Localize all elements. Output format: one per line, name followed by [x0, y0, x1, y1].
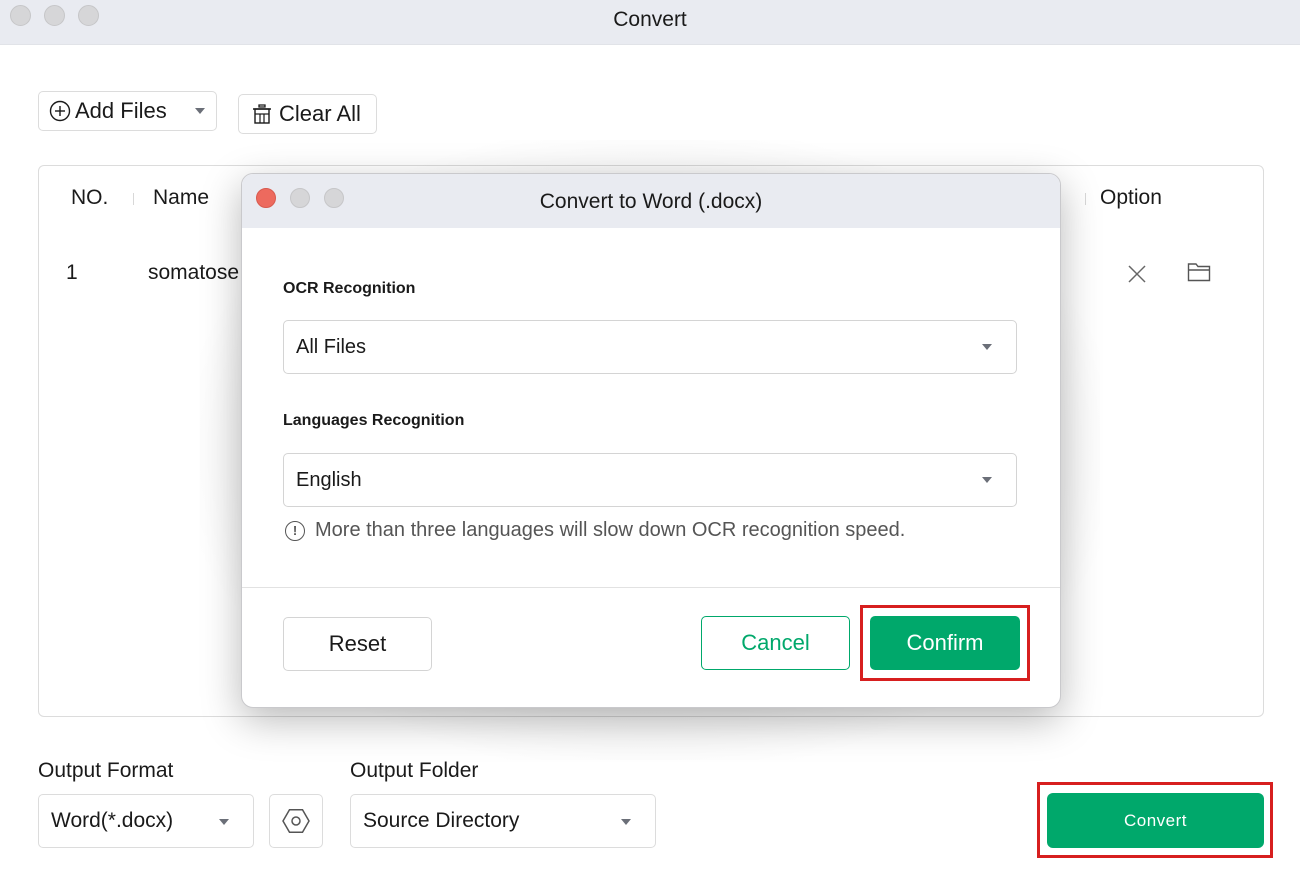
- trash-icon: [251, 103, 273, 125]
- window-title: Convert: [613, 8, 687, 31]
- hint-text: More than three languages will slow down…: [315, 519, 906, 541]
- format-settings-button[interactable]: [269, 794, 323, 848]
- languages-recognition-value: English: [296, 468, 362, 491]
- ocr-speed-hint: ! More than three languages will slow do…: [285, 519, 905, 542]
- column-header-name: Name: [153, 186, 210, 209]
- title-bar: Convert: [0, 0, 1300, 45]
- open-folder-icon[interactable]: [1187, 262, 1211, 287]
- column-divider: [133, 193, 134, 205]
- column-divider: [1085, 193, 1086, 205]
- ocr-recognition-value: All Files: [296, 335, 367, 358]
- clear-all-button[interactable]: Clear All: [238, 94, 377, 134]
- clear-all-label: Clear All: [279, 101, 361, 126]
- column-header-no: NO.: [71, 186, 109, 209]
- languages-recognition-select[interactable]: English: [283, 453, 1017, 507]
- add-files-label: Add Files: [75, 98, 167, 123]
- plus-circle-icon: [49, 100, 71, 122]
- convert-highlight-box: [1037, 782, 1273, 858]
- output-format-value: Word(*.docx): [51, 809, 174, 832]
- dialog-title-bar: Convert to Word (.docx): [242, 174, 1060, 228]
- output-format-select[interactable]: Word(*.docx): [38, 794, 254, 848]
- row-number: 1: [66, 261, 78, 284]
- confirm-highlight-box: [860, 605, 1030, 681]
- ocr-recognition-select[interactable]: All Files: [283, 320, 1017, 374]
- chevron-down-icon: [982, 344, 992, 350]
- add-files-button[interactable]: Add Files: [38, 91, 217, 131]
- reset-button[interactable]: Reset: [283, 617, 432, 671]
- languages-recognition-label: Languages Recognition: [283, 412, 465, 429]
- settings-hexagon-icon: [281, 806, 311, 836]
- cancel-button[interactable]: Cancel: [701, 616, 850, 670]
- ocr-recognition-label: OCR Recognition: [283, 280, 416, 297]
- chevron-down-icon[interactable]: [194, 108, 205, 114]
- output-folder-select[interactable]: Source Directory: [350, 794, 656, 848]
- chevron-down-icon: [982, 477, 992, 483]
- output-folder-label: Output Folder: [350, 759, 479, 782]
- chevron-down-icon: [621, 819, 631, 825]
- dialog-title: Convert to Word (.docx): [539, 190, 763, 213]
- row-file-name: somatose: [148, 261, 240, 284]
- convert-window: Convert Add Files Clear All NO. Name Opt…: [0, 0, 1300, 885]
- column-header-option: Option: [1100, 186, 1162, 209]
- info-exclamation-icon: !: [285, 520, 305, 541]
- remove-file-icon[interactable]: [1127, 264, 1147, 289]
- chevron-down-icon: [219, 819, 229, 825]
- output-folder-value: Source Directory: [363, 809, 520, 832]
- dialog-divider: [242, 587, 1060, 588]
- output-format-label: Output Format: [38, 759, 174, 782]
